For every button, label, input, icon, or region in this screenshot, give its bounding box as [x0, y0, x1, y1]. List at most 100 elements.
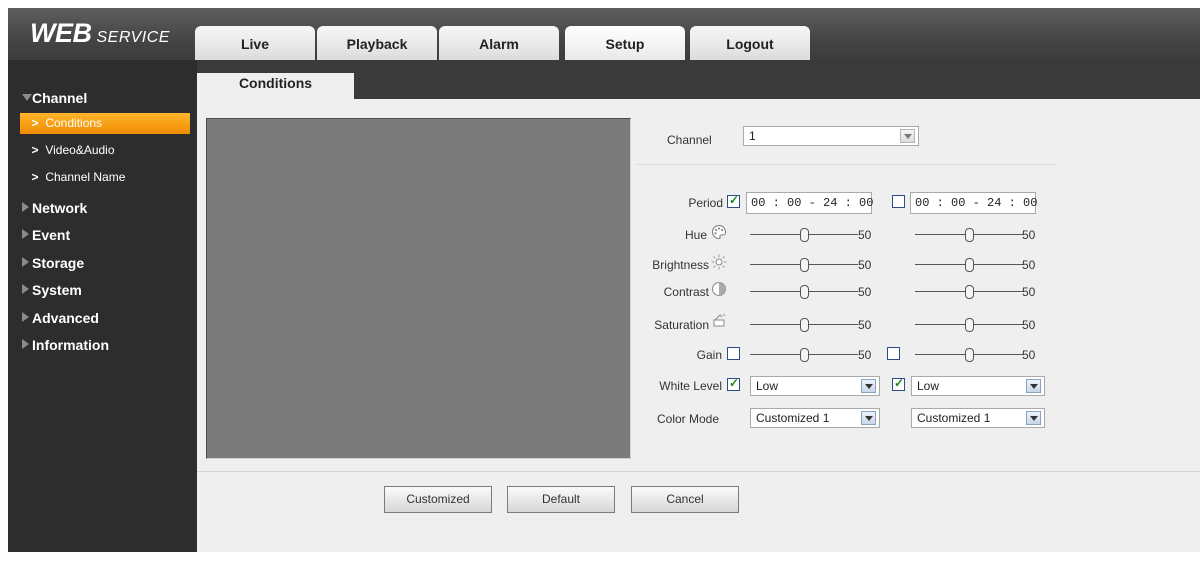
- gain-value-1: 50: [858, 348, 872, 362]
- logo-main: WEB: [30, 18, 92, 48]
- divider: [637, 164, 1057, 165]
- saturation-value-2: 50: [1022, 318, 1036, 332]
- contrast-slider-2[interactable]: [915, 285, 1023, 299]
- dropdown-arrow-icon: [861, 411, 876, 425]
- white-level-2-select[interactable]: Low: [911, 376, 1045, 396]
- tab-setup[interactable]: Setup: [565, 26, 685, 60]
- white-level-2-checkbox[interactable]: [892, 376, 905, 391]
- sidebar-item-label: Storage: [32, 255, 85, 271]
- color-mode-1-value: Customized 1: [756, 411, 830, 425]
- white-level-2-value: Low: [917, 379, 940, 393]
- sidebar-item-label: Channel: [32, 90, 88, 106]
- sidebar-item-event[interactable]: Event: [8, 223, 197, 245]
- saturation-value-1: 50: [858, 318, 872, 332]
- customized-button[interactable]: Customized: [384, 486, 492, 513]
- white-level-1-checkbox[interactable]: [727, 376, 740, 391]
- channel-select[interactable]: 1: [743, 126, 919, 146]
- logo: WEB SERVICE: [30, 18, 170, 49]
- tab-playback[interactable]: Playback: [317, 26, 437, 60]
- hue-slider-2[interactable]: [915, 228, 1023, 242]
- period-1-checkbox[interactable]: [727, 193, 740, 208]
- gain-slider-1[interactable]: [750, 348, 858, 362]
- slider-knob[interactable]: [800, 318, 809, 332]
- slider-knob[interactable]: [965, 285, 974, 299]
- tab-alarm[interactable]: Alarm: [439, 26, 559, 60]
- sidebar-item-network[interactable]: Network: [8, 196, 197, 218]
- expand-triangle-icon: [22, 257, 29, 267]
- color-mode-1-select[interactable]: Customized 1: [750, 408, 880, 428]
- period-2-checkbox[interactable]: [892, 195, 905, 208]
- white-level-1-value: Low: [756, 379, 779, 393]
- slider-knob[interactable]: [965, 348, 974, 362]
- period-2-input[interactable]: 00 : 00 - 24 : 00: [910, 192, 1037, 214]
- sidebar-item-information[interactable]: Information: [8, 333, 197, 355]
- dropdown-arrow-icon: [900, 129, 915, 143]
- video-preview: [206, 118, 631, 459]
- cancel-button[interactable]: Cancel: [631, 486, 739, 513]
- slider-knob[interactable]: [965, 318, 974, 332]
- tab-live[interactable]: Live: [195, 26, 315, 60]
- period-1-input[interactable]: 00 : 00 - 24 : 00: [746, 192, 873, 214]
- sidebar-item-conditions[interactable]: > Conditions: [20, 113, 190, 134]
- sidebar-item-label: Video&Audio: [45, 143, 115, 157]
- gain-1-checkbox[interactable]: [727, 347, 740, 360]
- hue-value-1: 50: [858, 228, 872, 242]
- white-level-label: White Level: [659, 379, 722, 393]
- collapse-triangle-icon: [22, 94, 32, 101]
- sidebar-item-label: Conditions: [45, 116, 103, 130]
- saturation-slider-1[interactable]: [750, 318, 858, 332]
- sidebar-item-label: System: [32, 282, 82, 298]
- sidebar-item-label: Information: [32, 337, 109, 353]
- gain-2-checkbox[interactable]: [887, 347, 900, 360]
- sidebar-item-advanced[interactable]: Advanced: [8, 306, 197, 328]
- brightness-value-2: 50: [1022, 258, 1036, 272]
- sidebar-item-channel[interactable]: Channel: [8, 86, 197, 108]
- expand-triangle-icon: [22, 229, 29, 239]
- chevron-right-icon: >: [31, 116, 39, 130]
- brightness-slider-2[interactable]: [915, 258, 1023, 272]
- paint-bucket-icon: [713, 313, 726, 327]
- color-mode-2-select[interactable]: Customized 1: [911, 408, 1045, 428]
- app-window: WEB SERVICE Live Playback Alarm Setup Log…: [8, 8, 1200, 552]
- divider: [197, 471, 1200, 472]
- dropdown-arrow-icon: [861, 379, 876, 393]
- expand-triangle-icon: [22, 284, 29, 294]
- dropdown-arrow-icon: [1026, 379, 1041, 393]
- default-button[interactable]: Default: [507, 486, 615, 513]
- slider-knob[interactable]: [800, 285, 809, 299]
- sidebar-item-video-audio[interactable]: > Video&Audio: [20, 140, 190, 161]
- period-label: Period: [688, 196, 723, 210]
- logo-sub: SERVICE: [96, 29, 170, 46]
- gain-label: Gain: [696, 348, 722, 362]
- tab-conditions[interactable]: Conditions: [197, 73, 354, 99]
- chevron-right-icon: >: [31, 143, 39, 157]
- contrast-icon: [712, 282, 726, 296]
- slider-knob[interactable]: [800, 348, 809, 362]
- hue-slider-1[interactable]: [750, 228, 858, 242]
- sidebar-item-channel-name[interactable]: > Channel Name: [20, 167, 190, 188]
- sidebar-item-label: Network: [32, 200, 88, 216]
- sidebar-item-system[interactable]: System: [8, 278, 197, 300]
- expand-triangle-icon: [22, 202, 29, 212]
- sidebar-item-label: Channel Name: [45, 170, 126, 184]
- slider-knob[interactable]: [800, 228, 809, 242]
- chevron-right-icon: >: [31, 170, 39, 184]
- tab-logout[interactable]: Logout: [690, 26, 810, 60]
- sidebar-item-label: Event: [32, 227, 71, 243]
- gain-slider-2[interactable]: [915, 348, 1023, 362]
- contrast-slider-1[interactable]: [750, 285, 858, 299]
- sidebar-item-storage[interactable]: Storage: [8, 251, 197, 273]
- brightness-slider-1[interactable]: [750, 258, 858, 272]
- hue-label: Hue: [684, 228, 707, 242]
- brightness-value-1: 50: [858, 258, 872, 272]
- white-level-1-select[interactable]: Low: [750, 376, 880, 396]
- main-content: Conditions Channel 1 Period 00 : 00 - 24…: [197, 60, 1200, 552]
- slider-knob[interactable]: [965, 258, 974, 272]
- sidebar: Channel > Conditions > Video&Audio > Cha…: [8, 60, 197, 552]
- slider-knob[interactable]: [800, 258, 809, 272]
- saturation-slider-2[interactable]: [915, 318, 1023, 332]
- slider-knob[interactable]: [965, 228, 974, 242]
- sun-icon: [711, 254, 727, 270]
- channel-select-value: 1: [749, 129, 756, 143]
- contrast-value-1: 50: [858, 285, 872, 299]
